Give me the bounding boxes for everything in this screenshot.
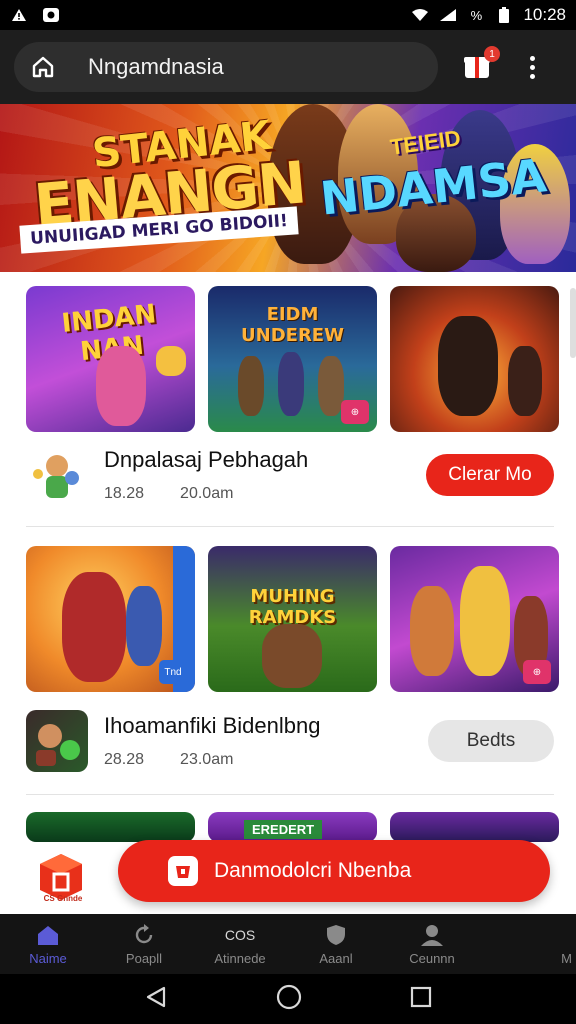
- app-name: Dnpalasaj Pebhagah: [104, 447, 309, 472]
- nav-item-games[interactable]: COS Atinnede: [192, 914, 288, 974]
- nav-label: M: [561, 950, 572, 966]
- more-menu-button[interactable]: [522, 50, 542, 84]
- nav-label: Poapll: [125, 950, 163, 966]
- game-screenshot[interactable]: INDAN NAN: [26, 286, 195, 432]
- game-screenshot[interactable]: [390, 812, 559, 842]
- url-bar[interactable]: Nngamdnasia: [14, 42, 438, 92]
- download-icon: [168, 856, 198, 886]
- game-screenshot[interactable]: ⊕: [390, 546, 559, 692]
- details-button[interactable]: Bedts: [428, 720, 554, 762]
- thumbnail-badge: ⊕: [523, 660, 551, 684]
- battery-icon: [495, 7, 513, 23]
- thumbnail-label: EREDERT: [244, 820, 323, 839]
- controller-icon: COS: [224, 926, 256, 943]
- nav-item-more[interactable]: M: [480, 914, 576, 974]
- refresh-icon: [131, 923, 157, 947]
- thumbnail-badge: ⊕: [341, 400, 369, 424]
- game-screenshot[interactable]: EIDM UNDEREW ⊕: [208, 286, 377, 432]
- game-screenshot[interactable]: MUHING RAMDKS: [208, 546, 377, 692]
- divider: [26, 794, 554, 795]
- more-vertical-icon: [529, 55, 535, 61]
- nav-item-account[interactable]: Ceunnn: [384, 914, 480, 974]
- thumbnail-badge: Tnd: [159, 660, 187, 684]
- battery-text: %: [470, 7, 483, 23]
- store-logo: CS Gnnde: [36, 852, 86, 908]
- system-nav-bar: [0, 974, 576, 1024]
- app-icon[interactable]: [26, 444, 88, 506]
- app-stat-2: 20.0am: [180, 485, 234, 502]
- back-icon[interactable]: [144, 985, 168, 1014]
- app-icon[interactable]: [26, 710, 88, 772]
- nav-label: Atinnede: [214, 950, 266, 966]
- recents-icon[interactable]: [410, 986, 432, 1013]
- nav-label: Aaanl: [319, 950, 353, 966]
- shield-icon: [323, 923, 349, 947]
- thumbnail-label: MUHING RAMDKS: [248, 586, 337, 628]
- download-fab[interactable]: Danmodolcri Nbenba: [118, 840, 550, 902]
- app-info-row: Dnpalasaj Pebhagah 18.28 20.0am Clerar M…: [26, 444, 554, 506]
- scroll-indicator: [570, 288, 576, 358]
- screenshot-row: EREDERT: [26, 812, 559, 842]
- home-icon: [35, 923, 61, 947]
- divider: [26, 526, 554, 527]
- screenshot-row: Tnd MUHING RAMDKS ⊕: [26, 546, 559, 692]
- home-icon[interactable]: [28, 52, 58, 82]
- app-stat-2: 23.0am: [180, 751, 234, 768]
- nav-item-apps[interactable]: Aaanl: [288, 914, 384, 974]
- wifi-icon: [411, 7, 429, 23]
- profile-icon: [419, 923, 445, 947]
- game-screenshot[interactable]: EREDERT: [208, 812, 377, 842]
- photo-icon: [42, 7, 60, 23]
- signal-icon: [439, 7, 457, 23]
- promo-banner[interactable]: STANAK ENANGN UNUIIGAD MERI GO BIDOII! T…: [0, 104, 576, 272]
- status-bar: % 10:28: [0, 0, 576, 30]
- screenshot-row: INDAN NAN EIDM UNDEREW ⊕: [26, 286, 559, 432]
- nav-item-popular[interactable]: Poapll: [96, 914, 192, 974]
- game-screenshot[interactable]: [26, 812, 195, 842]
- install-button[interactable]: Clerar Mo: [426, 454, 554, 496]
- download-fab-label: Danmodolcri Nbenba: [214, 859, 412, 882]
- app-info-row: Ihoamanfiki Bidenlbng 28.28 23.0am Bedts: [26, 710, 554, 772]
- app-name: Ihoamanfiki Bidenlbng: [104, 713, 321, 738]
- gift-badge: 1: [484, 46, 500, 62]
- nav-label: Naime: [29, 950, 67, 966]
- store-logo-text: CS Gnnde: [43, 894, 83, 903]
- nav-item-home[interactable]: Naime: [0, 914, 96, 974]
- url-text: Nngamdnasia: [88, 54, 224, 79]
- alert-icon: [10, 7, 28, 23]
- game-screenshot[interactable]: [390, 286, 559, 432]
- status-time: 10:28: [523, 5, 566, 24]
- app-stat-1: 18.28: [104, 485, 145, 502]
- app-bar: Nngamdnasia 1: [0, 30, 576, 104]
- bottom-nav: Naime Poapll COS Atinnede Aaanl Ceunnn M: [0, 914, 576, 974]
- game-screenshot[interactable]: Tnd: [26, 546, 195, 692]
- home-circle-icon[interactable]: [276, 984, 302, 1015]
- nav-label: Ceunnn: [409, 950, 455, 966]
- app-stat-1: 28.28: [104, 751, 145, 768]
- thumbnail-label: EIDM UNDEREW: [241, 304, 344, 346]
- gift-button[interactable]: 1: [460, 46, 500, 84]
